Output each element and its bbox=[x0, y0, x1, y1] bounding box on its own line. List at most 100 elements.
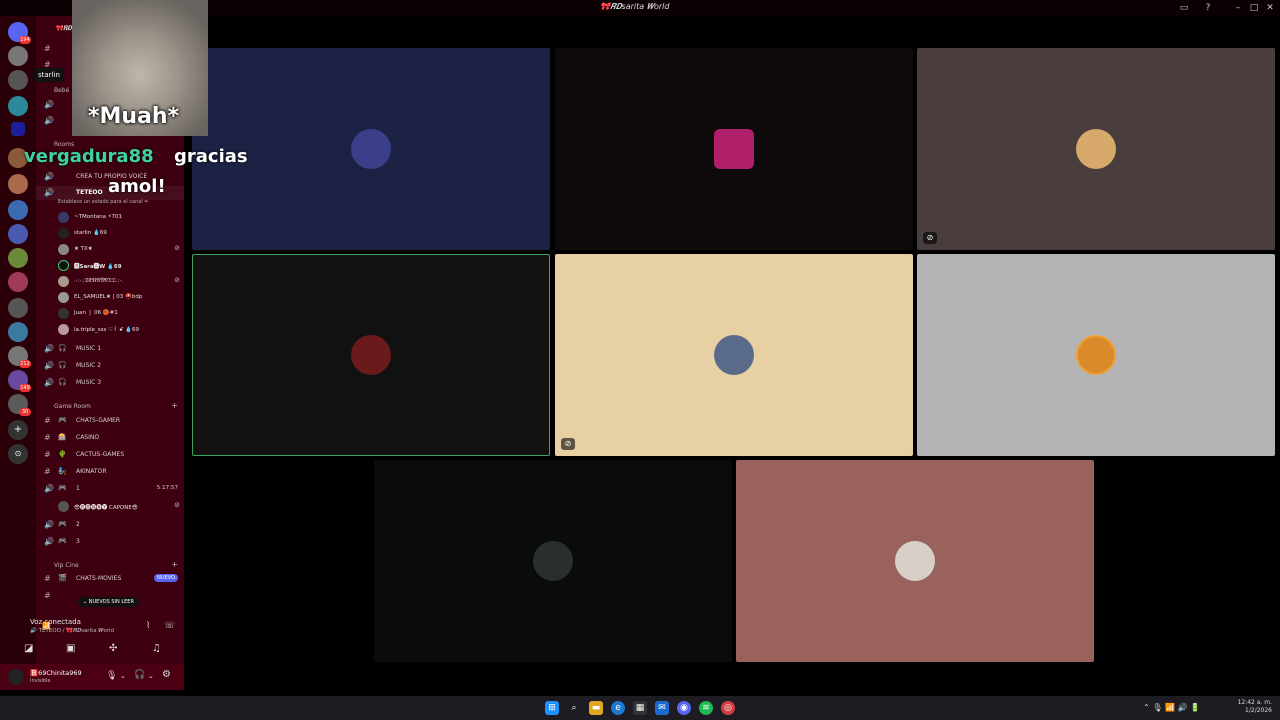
clock[interactable]: 12:42 a. m. 1/2/2026 bbox=[1238, 699, 1272, 715]
video-tile-speaking[interactable] bbox=[192, 254, 550, 456]
category-vip-cine[interactable]: Vip Cine + bbox=[36, 559, 184, 571]
server-icon-home[interactable]: 194 bbox=[8, 22, 31, 44]
member-name: EL_SAMUEL★ | 03 ⛑️bdp bbox=[74, 294, 143, 300]
start-icon[interactable]: ⊞ bbox=[545, 701, 559, 715]
avatar bbox=[351, 335, 391, 375]
windows-taskbar: ⊞ ⌕ ▬ e ▦ ✉ ◉ ≋ ◎ ⌃ 🎙 📶 🔊 🔋 12:42 a. m. … bbox=[0, 696, 1280, 720]
server-icon[interactable] bbox=[8, 298, 28, 318]
voice-channel-2[interactable]: 🔊 🎮 2 bbox=[36, 518, 184, 532]
voice-member[interactable]: ★ TX★ ⊘ bbox=[36, 241, 184, 257]
screen-share-icon[interactable]: ▣ bbox=[66, 643, 75, 654]
server-icon[interactable]: 212 bbox=[8, 346, 31, 368]
search-icon[interactable]: ⌕ bbox=[567, 701, 581, 715]
discover-icon[interactable]: ⊙ bbox=[8, 444, 28, 464]
server-icon[interactable] bbox=[8, 200, 28, 220]
server-icon[interactable] bbox=[8, 224, 28, 244]
voice-member[interactable]: la.triple_sss ♡꒱ ꗃ 💧69 bbox=[36, 321, 184, 337]
folder-icon[interactable] bbox=[11, 122, 25, 136]
voice-member[interactable]: starlin 💧69 bbox=[36, 225, 184, 241]
text-channel[interactable]: # 🧞 AKINATOR bbox=[36, 465, 184, 479]
chrome-icon[interactable]: ◎ bbox=[721, 701, 735, 715]
settings-gear-icon[interactable]: ⚙ bbox=[162, 669, 171, 680]
chevron-down-icon[interactable]: ⌄ bbox=[148, 672, 154, 680]
help-icon[interactable]: ? bbox=[1196, 0, 1220, 16]
user-status: Invisible bbox=[30, 678, 51, 684]
voice-member[interactable]: EL_SAMUEL★ | 03 ⛑️bdp bbox=[36, 289, 184, 305]
headphones-icon[interactable]: 🎧 bbox=[134, 670, 145, 680]
edge-icon[interactable]: e bbox=[611, 701, 625, 715]
new-unread-pill[interactable]: ⌄ NUEVOS SIN LEER bbox=[78, 597, 139, 607]
hash-icon: # bbox=[44, 467, 51, 476]
voice-channel-music-3[interactable]: 🔊 🎧 MUSIC 3 bbox=[36, 376, 184, 390]
video-tile[interactable]: ⊘ bbox=[555, 254, 913, 456]
discord-icon[interactable]: ◉ bbox=[677, 701, 691, 715]
speaker-icon: 🔊 bbox=[44, 484, 54, 493]
category-game-room[interactable]: Game Room + bbox=[36, 400, 184, 412]
add-channel-icon[interactable]: + bbox=[171, 401, 178, 410]
system-tray-icons[interactable]: ⌃ 🎙 📶 🔊 🔋 bbox=[1143, 703, 1200, 712]
server-icon[interactable]: 30 bbox=[8, 394, 31, 416]
store-icon[interactable]: ▦ bbox=[633, 701, 647, 715]
voice-member[interactable]: 🅱Sara🅰W 💧69 bbox=[36, 257, 184, 273]
inbox-icon[interactable]: ▭ bbox=[1172, 0, 1196, 16]
voice-member[interactable]: ~TMontana ⚡701 bbox=[36, 209, 184, 225]
noise-suppression-icon[interactable]: ⌇ bbox=[146, 621, 150, 631]
video-tile[interactable]: ⊘ bbox=[917, 48, 1275, 250]
activities-icon[interactable]: ✣ bbox=[109, 643, 117, 654]
server-icon[interactable] bbox=[8, 46, 28, 66]
soundboard-icon[interactable]: ♫ bbox=[152, 643, 161, 654]
disconnect-icon[interactable]: ☏ bbox=[164, 621, 175, 631]
category-label: Vip Cine bbox=[54, 562, 79, 569]
voice-channel-music-1[interactable]: 🔊 🎧 MUSIC 1 bbox=[36, 342, 184, 356]
mic-muted-icon: ⊘ bbox=[174, 244, 180, 252]
chevron-down-icon[interactable]: ⌄ bbox=[120, 672, 126, 680]
text-channel[interactable]: # 🎮 CHATS-GAMER bbox=[36, 414, 184, 428]
channel-label: MUSIC 1 bbox=[76, 345, 102, 352]
unread-pill-label: NUEVOS SIN LEER bbox=[88, 599, 134, 605]
add-server-icon[interactable]: + bbox=[8, 420, 28, 440]
voice-member[interactable]: .·:·.:𝔖𝔈ℜ𝔑𝔄𝔑𝔇𝔒.:·. ⊘ bbox=[36, 273, 184, 289]
channel-label: 3 bbox=[76, 538, 80, 545]
voice-channel-music-2[interactable]: 🔊 🎧 MUSIC 2 bbox=[36, 359, 184, 373]
file-explorer-icon[interactable]: ▬ bbox=[589, 701, 603, 715]
chat-message-continued: amol! bbox=[108, 176, 166, 197]
microphone-icon[interactable]: 🎙 bbox=[106, 671, 117, 681]
add-channel-icon[interactable]: + bbox=[171, 560, 178, 569]
voice-member[interactable]: Juan ❘ 06 🏀#1 bbox=[36, 305, 184, 321]
server-icon[interactable] bbox=[8, 96, 28, 116]
chat-message: gracias bbox=[174, 146, 248, 167]
server-icon[interactable] bbox=[8, 174, 28, 194]
video-tile[interactable] bbox=[555, 48, 913, 250]
voice-channel-1[interactable]: 🔊 🎮 1 5:17:57 bbox=[36, 482, 184, 496]
server-icon[interactable] bbox=[8, 248, 28, 268]
category-label: Bebé bbox=[54, 87, 70, 94]
text-channel[interactable]: # 🎰 CASINO bbox=[36, 431, 184, 445]
camera-off-icon[interactable]: ◪ bbox=[24, 643, 33, 654]
voice-location[interactable]: 🔊 TETEOO / 🎀𝑹𝑫sarita 𝑾orld bbox=[30, 628, 114, 635]
gif-caption: *Muah* bbox=[88, 104, 180, 129]
user-name[interactable]: 🅱️69Chinita969 bbox=[30, 669, 82, 677]
avatar bbox=[58, 292, 69, 303]
server-icon[interactable] bbox=[8, 272, 28, 292]
mail-icon[interactable]: ✉ bbox=[655, 701, 669, 715]
voice-connected-label[interactable]: Voz conectada bbox=[30, 618, 81, 626]
avatar bbox=[58, 228, 69, 239]
voice-member[interactable]: 😎🅡🅞🅝🅝🅨 CAPONE😎 ⊘ bbox=[36, 498, 184, 514]
video-tile[interactable] bbox=[736, 460, 1094, 662]
video-tile[interactable] bbox=[374, 460, 732, 662]
unread-badge: 194 bbox=[19, 36, 31, 44]
channel-status[interactable]: Establece un estado para el canal ✏ bbox=[36, 196, 184, 206]
server-icon[interactable] bbox=[8, 322, 28, 342]
mic-muted-icon: ⊘ bbox=[561, 438, 575, 450]
voice-channel-3[interactable]: 🔊 🎮 3 bbox=[36, 535, 184, 549]
spotify-icon[interactable]: ≋ bbox=[699, 701, 713, 715]
close-button[interactable]: ✕ bbox=[1258, 0, 1280, 16]
text-channel[interactable]: # 🌵 CACTUS-GAMES bbox=[36, 448, 184, 462]
text-channel[interactable]: # 🎬 CHATS-MOVIES NUEVO bbox=[36, 572, 184, 586]
speaker-icon: 🔊 bbox=[44, 100, 54, 109]
server-icon[interactable]: 149 bbox=[8, 370, 31, 392]
video-tile[interactable] bbox=[917, 254, 1275, 456]
server-icon[interactable] bbox=[8, 70, 28, 90]
avatar[interactable] bbox=[8, 669, 24, 685]
channel-label: CHATS-GAMER bbox=[76, 417, 121, 424]
